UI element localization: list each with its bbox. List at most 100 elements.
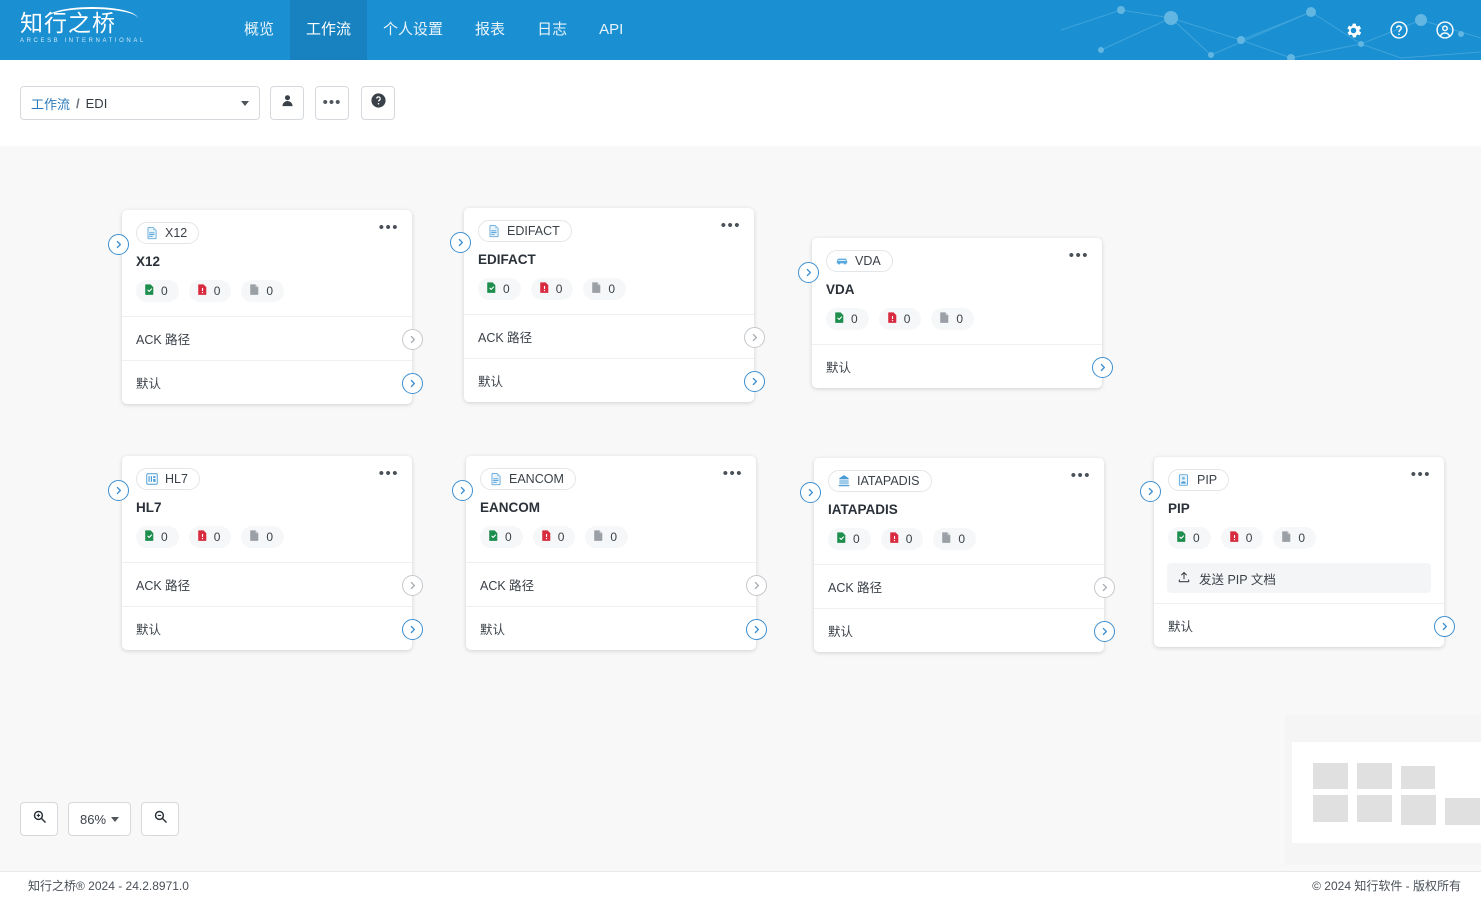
- node-input-connector[interactable]: [800, 482, 821, 503]
- status-badge-error[interactable]: 0: [531, 278, 574, 300]
- node-row-label: ACK 路径: [478, 327, 532, 346]
- zoom-level-selector[interactable]: 86%: [68, 802, 131, 836]
- node-row[interactable]: 默认: [466, 606, 756, 650]
- node-row[interactable]: ACK 路径: [814, 564, 1104, 608]
- row-connector-chevron-icon[interactable]: [744, 371, 765, 392]
- node-row[interactable]: 默认: [812, 344, 1102, 388]
- node-type-chip[interactable]: PIP: [1168, 469, 1229, 491]
- status-badge-error[interactable]: 0: [881, 528, 924, 550]
- assign-user-button[interactable]: [270, 86, 304, 120]
- node-card[interactable]: VDA•••VDA000默认: [812, 238, 1102, 388]
- nav-item-logs[interactable]: 日志: [521, 0, 583, 60]
- breadcrumb-root[interactable]: 工作流: [31, 94, 70, 113]
- node-row[interactable]: ACK 路径: [122, 316, 412, 360]
- row-connector-chevron-icon[interactable]: [744, 327, 765, 348]
- node-row[interactable]: 默认: [814, 608, 1104, 652]
- node-more-menu-button[interactable]: •••: [1071, 473, 1091, 479]
- status-badge-pending[interactable]: 0: [241, 526, 284, 548]
- status-badge-success[interactable]: 0: [480, 526, 523, 548]
- nav-item-api[interactable]: API: [583, 0, 639, 60]
- status-badge-pending[interactable]: 0: [931, 308, 974, 330]
- node-card[interactable]: IATAPADIS•••IATAPADIS000ACK 路径默认: [814, 458, 1104, 652]
- status-badge-error[interactable]: 0: [533, 526, 576, 548]
- nav-item-profile[interactable]: 个人设置: [367, 0, 459, 60]
- row-connector-chevron-icon[interactable]: [1434, 616, 1455, 637]
- node-row[interactable]: 默认: [122, 360, 412, 404]
- status-badge-pending[interactable]: 0: [933, 528, 976, 550]
- node-input-connector[interactable]: [452, 480, 473, 501]
- node-type-chip[interactable]: X12: [136, 222, 199, 244]
- node-more-menu-button[interactable]: •••: [379, 471, 399, 477]
- node-row[interactable]: 默认: [464, 358, 754, 402]
- user-icon[interactable]: [1435, 20, 1455, 40]
- row-connector-chevron-icon[interactable]: [1092, 357, 1113, 378]
- status-badge-pending[interactable]: 0: [1273, 527, 1316, 549]
- zoom-in-button[interactable]: [20, 802, 58, 836]
- node-more-menu-button[interactable]: •••: [723, 471, 743, 477]
- breadcrumb-selector[interactable]: 工作流 / EDI: [20, 86, 260, 120]
- row-connector-chevron-icon[interactable]: [746, 575, 767, 596]
- minimap-viewport[interactable]: [1292, 742, 1481, 843]
- row-connector-chevron-icon[interactable]: [402, 619, 423, 640]
- row-connector-chevron-icon[interactable]: [402, 329, 423, 350]
- node-row[interactable]: ACK 路径: [122, 562, 412, 606]
- node-row[interactable]: 默认: [122, 606, 412, 650]
- node-input-connector[interactable]: [108, 480, 129, 501]
- node-card[interactable]: EANCOM•••EANCOM000ACK 路径默认: [466, 456, 756, 650]
- node-more-menu-button[interactable]: •••: [1411, 472, 1431, 478]
- status-badge-success[interactable]: 0: [826, 308, 869, 330]
- row-connector-chevron-icon[interactable]: [402, 575, 423, 596]
- status-badge-error[interactable]: 0: [189, 280, 232, 302]
- node-type-chip[interactable]: IATAPADIS: [828, 470, 932, 492]
- status-badge-error[interactable]: 0: [1221, 527, 1264, 549]
- nav-item-overview[interactable]: 概览: [228, 0, 290, 60]
- app-logo[interactable]: 知行之桥 ARCESB INTERNATIONAL: [20, 7, 170, 53]
- node-input-connector[interactable]: [1140, 481, 1161, 502]
- node-row[interactable]: ACK 路径: [466, 562, 756, 606]
- node-card-header: EANCOM •••: [466, 456, 756, 491]
- zoom-out-button[interactable]: [141, 802, 179, 836]
- toolbar-more-button[interactable]: •••: [315, 86, 349, 120]
- row-connector-chevron-icon[interactable]: [746, 619, 767, 640]
- minimap-node: [1357, 763, 1392, 789]
- node-card[interactable]: HL7•••HL7000ACK 路径默认: [122, 456, 412, 650]
- node-card[interactable]: PIP•••PIP000发送 PIP 文档默认: [1154, 457, 1444, 647]
- status-badge-error[interactable]: 0: [879, 308, 922, 330]
- status-badge-pending[interactable]: 0: [585, 526, 628, 548]
- gear-icon[interactable]: [1344, 21, 1363, 40]
- node-more-menu-button[interactable]: •••: [721, 223, 741, 229]
- nav-item-reports[interactable]: 报表: [459, 0, 521, 60]
- workflow-canvas[interactable]: PIP•••PIP000发送 PIP 文档默认IATAPADIS•••IATAP…: [0, 146, 1481, 871]
- status-badge-success[interactable]: 0: [478, 278, 521, 300]
- row-connector-chevron-icon[interactable]: [1094, 621, 1115, 642]
- status-badge-success[interactable]: 0: [136, 280, 179, 302]
- status-badge-pending[interactable]: 0: [583, 278, 626, 300]
- node-input-connector[interactable]: [108, 234, 129, 255]
- status-badge-success[interactable]: 0: [828, 528, 871, 550]
- row-connector-chevron-icon[interactable]: [402, 373, 423, 394]
- status-badge-success[interactable]: 0: [1168, 527, 1211, 549]
- status-badge-error[interactable]: 0: [189, 526, 232, 548]
- node-type-chip[interactable]: EANCOM: [480, 468, 576, 490]
- node-input-connector[interactable]: [798, 262, 819, 283]
- node-input-connector[interactable]: [450, 232, 471, 253]
- canvas-minimap[interactable]: [1285, 715, 1481, 865]
- node-type-chip[interactable]: HL7: [136, 468, 200, 490]
- node-type-chip[interactable]: VDA: [826, 250, 893, 272]
- help-icon[interactable]: [1389, 20, 1409, 40]
- node-row[interactable]: 默认: [1154, 603, 1444, 647]
- upload-icon: [1177, 570, 1191, 587]
- node-card[interactable]: EDIFACT•••EDIFACT000ACK 路径默认: [464, 208, 754, 402]
- status-badge-pending[interactable]: 0: [241, 280, 284, 302]
- node-more-menu-button[interactable]: •••: [379, 225, 399, 231]
- toolbar-help-button[interactable]: [361, 86, 395, 120]
- chevron-down-icon[interactable]: [241, 101, 249, 106]
- nav-item-workflow[interactable]: 工作流: [290, 0, 367, 60]
- node-more-menu-button[interactable]: •••: [1069, 253, 1089, 259]
- row-connector-chevron-icon[interactable]: [1094, 577, 1115, 598]
- node-row[interactable]: ACK 路径: [464, 314, 754, 358]
- send-document-button[interactable]: 发送 PIP 文档: [1167, 563, 1431, 593]
- status-badge-success[interactable]: 0: [136, 526, 179, 548]
- node-card[interactable]: X12•••X12000ACK 路径默认: [122, 210, 412, 404]
- node-type-chip[interactable]: EDIFACT: [478, 220, 572, 242]
